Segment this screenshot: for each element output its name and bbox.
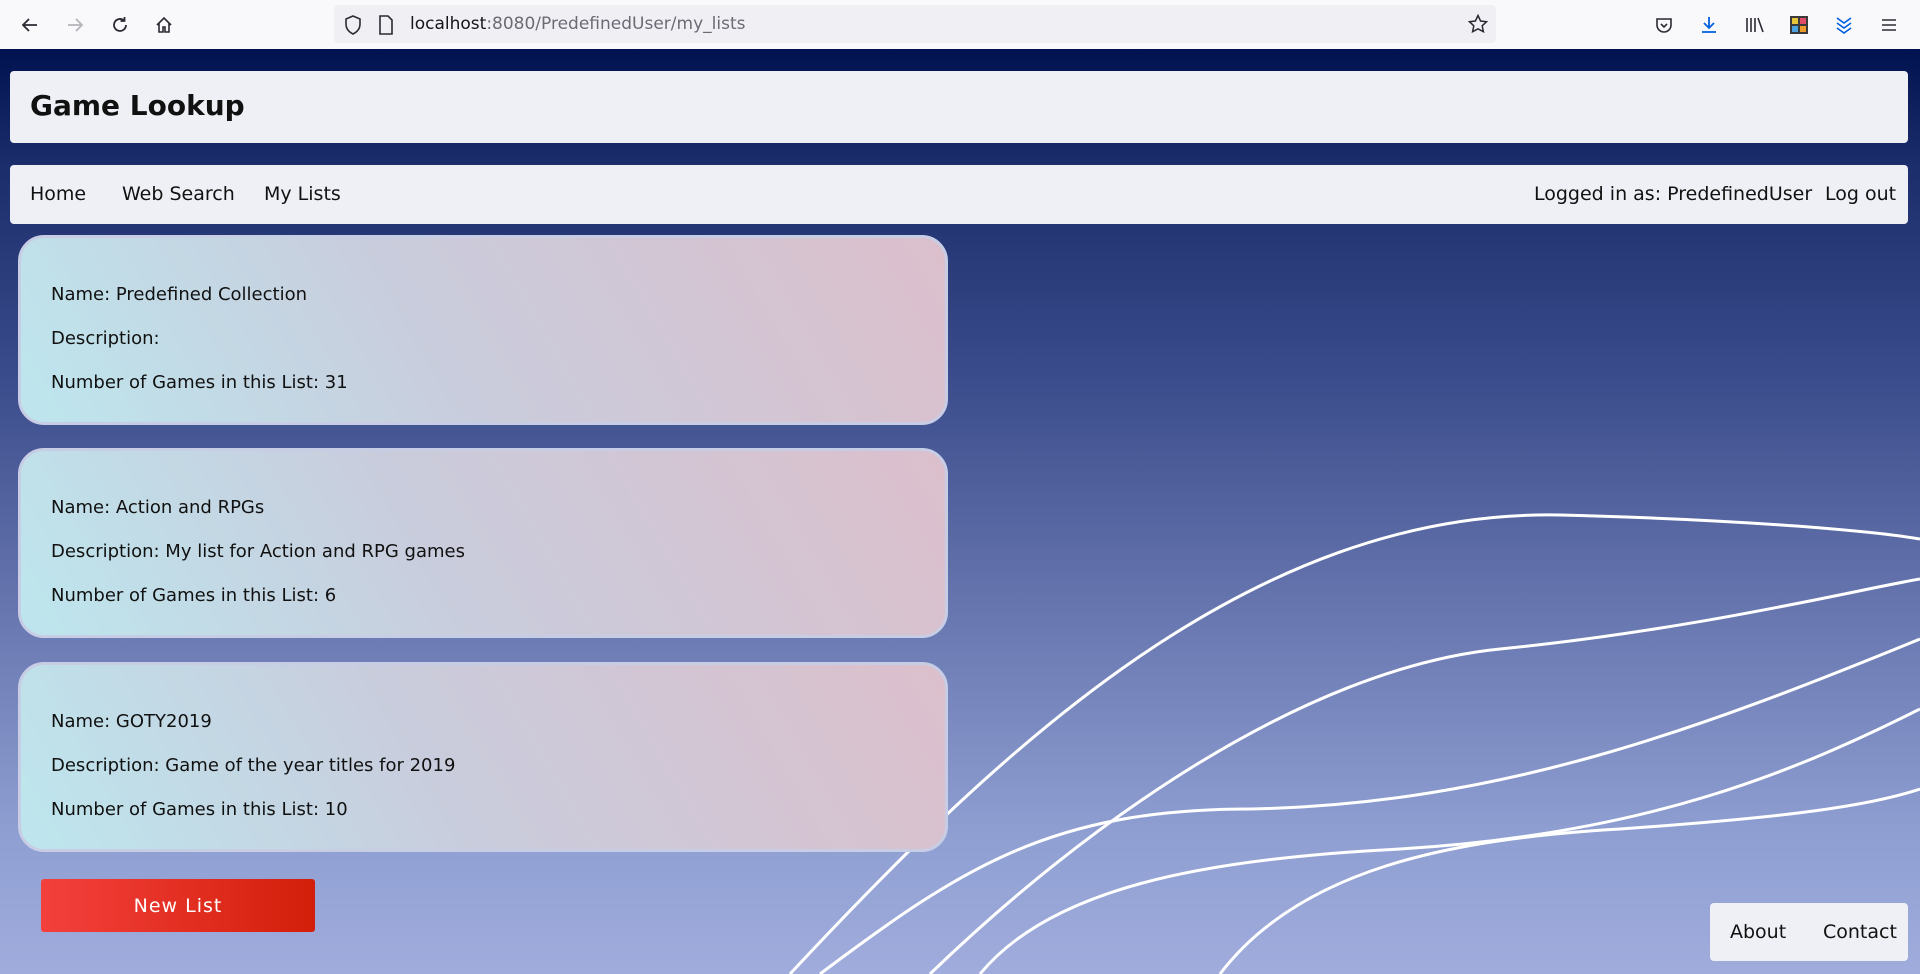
footer-links: About Contact: [1710, 903, 1908, 961]
home-icon[interactable]: [151, 12, 177, 38]
downloads-icon[interactable]: [1696, 12, 1722, 38]
list-name: Name: GOTY2019: [51, 711, 212, 732]
logged-in-label: Logged in as: PredefinedUser: [1534, 183, 1813, 205]
list-card[interactable]: Name: Action and RPGs Description: My li…: [18, 448, 948, 638]
library-icon[interactable]: [1742, 12, 1768, 38]
page-viewport: Game Lookup Home Web Search My Lists Log…: [0, 49, 1920, 974]
list-name: Name: Predefined Collection: [51, 284, 308, 305]
reload-icon[interactable]: [107, 12, 133, 38]
list-description: Description: Game of the year titles for…: [51, 755, 456, 776]
footer-about[interactable]: About: [1730, 921, 1786, 943]
list-name: Name: Action and RPGs: [51, 497, 265, 518]
forward-icon[interactable]: [62, 12, 88, 38]
pocket-icon[interactable]: [1651, 12, 1677, 38]
browser-toolbar: localhost:8080/PredefinedUser/my_lists: [0, 0, 1920, 50]
list-description: Description: My list for Action and RPG …: [51, 541, 465, 562]
nav-my-lists[interactable]: My Lists: [264, 183, 341, 205]
sync-extension-icon[interactable]: [1831, 12, 1857, 38]
tracking-shield-icon[interactable]: [344, 15, 362, 39]
new-list-button[interactable]: New List: [41, 879, 315, 932]
url-bar[interactable]: localhost:8080/PredefinedUser/my_lists: [334, 5, 1496, 43]
url-text: localhost:8080/PredefinedUser/my_lists: [410, 14, 746, 34]
list-game-count: Number of Games in this List: 31: [51, 372, 348, 393]
bookmark-star-icon[interactable]: [1467, 13, 1489, 38]
list-card[interactable]: Name: Predefined Collection Description:…: [18, 235, 948, 425]
site-title: Game Lookup: [30, 89, 245, 122]
extension-icon[interactable]: [1786, 12, 1812, 38]
list-description: Description:: [51, 328, 160, 349]
footer-contact[interactable]: Contact: [1823, 921, 1897, 943]
menu-icon[interactable]: [1876, 12, 1902, 38]
nav-web-search[interactable]: Web Search: [122, 183, 235, 205]
nav-home[interactable]: Home: [30, 183, 86, 205]
site-header: Game Lookup: [10, 71, 1908, 143]
main-navbar: Home Web Search My Lists Logged in as: P…: [10, 165, 1908, 224]
list-card[interactable]: Name: GOTY2019 Description: Game of the …: [18, 662, 948, 852]
page-info-icon[interactable]: [378, 15, 394, 39]
list-game-count: Number of Games in this List: 6: [51, 585, 337, 606]
back-icon[interactable]: [17, 12, 43, 38]
logout-link[interactable]: Log out: [1825, 183, 1896, 205]
list-game-count: Number of Games in this List: 10: [51, 799, 348, 820]
